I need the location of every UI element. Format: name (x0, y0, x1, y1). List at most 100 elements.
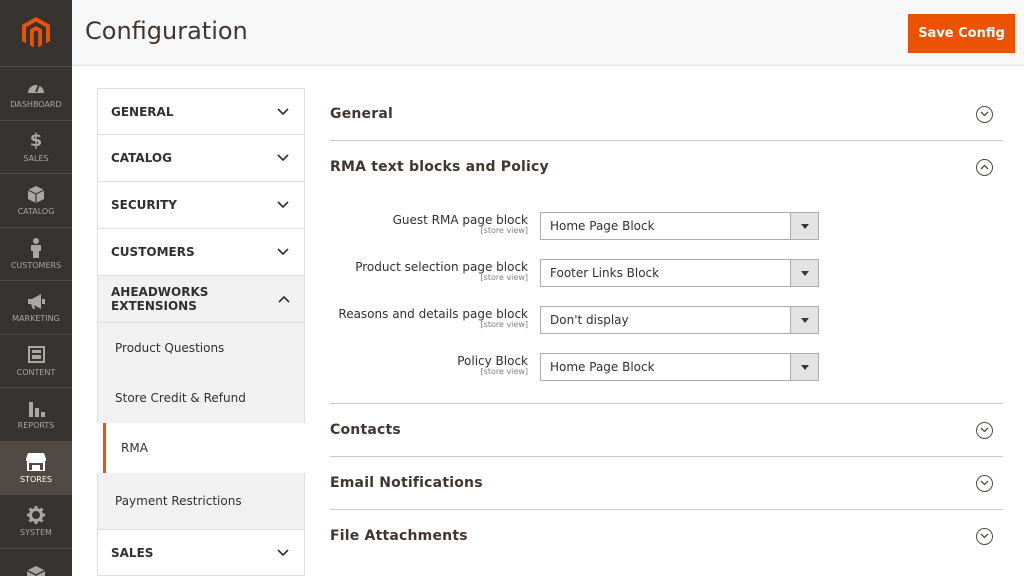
expand-icon[interactable] (976, 421, 993, 439)
nav-label: CATALOG (17, 207, 55, 217)
nav-content[interactable]: CONTENT (0, 333, 72, 388)
section-title: Email Notifications (330, 475, 483, 491)
tab-general[interactable]: GENERAL (97, 88, 305, 135)
page-header: Configuration Save Config (72, 0, 1024, 66)
collapse-icon[interactable] (976, 158, 993, 176)
product-selection-select[interactable]: Footer Links Block (540, 259, 819, 287)
nav-label: MARKETING (12, 314, 60, 324)
subitem-payment-restrictions[interactable]: Payment Restrictions (97, 473, 305, 529)
reasons-details-select[interactable]: Don't display (540, 306, 819, 334)
nav-label: REPORTS (17, 421, 55, 431)
dropdown-arrow-icon[interactable] (790, 213, 818, 239)
nav-marketing[interactable]: MARKETING (0, 280, 72, 334)
section-title: General (330, 106, 393, 122)
field-label: Reasons and details page block [store vi… (330, 306, 540, 329)
gear-icon (26, 505, 46, 525)
tab-label: CATALOG (111, 151, 172, 165)
select-value: Footer Links Block (550, 266, 660, 280)
chevron-down-icon (276, 546, 290, 560)
tab-sales[interactable]: SALES (97, 529, 305, 576)
subitem-product-questions[interactable]: Product Questions (97, 323, 305, 373)
nav-reports[interactable]: REPORTS (0, 387, 72, 441)
field-label: Policy Block [store view] (330, 353, 540, 376)
section-file-attachments: File Attachments (330, 510, 1003, 562)
tab-aheadworks-extensions[interactable]: AHEADWORKS EXTENSIONS (97, 276, 305, 323)
config-tabs: GENERAL CATALOG SECURITY CUSTOMERS AHEAD… (97, 88, 305, 576)
magento-logo-icon[interactable] (0, 0, 72, 66)
nav-system[interactable]: SYSTEM (0, 494, 72, 548)
chevron-down-icon (276, 151, 290, 165)
scope-text: [store view] (480, 367, 528, 376)
dollar-icon: $ (29, 130, 43, 152)
nav-label: SALES (23, 153, 49, 163)
tab-label: SECURITY (111, 198, 177, 212)
bar-chart-icon (26, 398, 46, 418)
section-title: Contacts (330, 422, 401, 438)
nav-customers[interactable]: CUSTOMERS (0, 226, 72, 281)
section-header[interactable]: File Attachments (330, 510, 1003, 562)
dropdown-arrow-icon[interactable] (790, 260, 818, 286)
tab-catalog[interactable]: CATALOG (97, 135, 305, 182)
expand-icon[interactable] (976, 527, 993, 545)
admin-sidebar: DASHBOARD $ SALES CATALOG CUSTOMERS MARK… (0, 0, 72, 576)
select-value: Home Page Block (550, 360, 655, 374)
dropdown-arrow-icon[interactable] (790, 307, 818, 333)
config-main: General RMA text blocks and Policy Guest… (330, 88, 1003, 562)
tab-label: CUSTOMERS (111, 245, 195, 259)
field-label: Guest RMA page block [store view] (330, 212, 540, 235)
tab-customers[interactable]: CUSTOMERS (97, 229, 305, 276)
nav-catalog[interactable]: CATALOG (0, 173, 72, 227)
chevron-down-icon (276, 105, 290, 119)
guest-rma-select[interactable]: Home Page Block (540, 212, 819, 240)
label-text: Reasons and details page block (338, 307, 528, 321)
extension-cube-icon (26, 565, 46, 576)
nav-label: CUSTOMERS (10, 260, 62, 270)
field-product-selection-page-block: Product selection page block [store view… (330, 259, 1003, 306)
policy-block-select[interactable]: Home Page Block (540, 353, 819, 381)
section-title: File Attachments (330, 528, 468, 544)
tab-label: AHEADWORKS EXTENSIONS (111, 285, 209, 313)
section-header[interactable]: RMA text blocks and Policy (330, 141, 1003, 193)
dashboard-icon (26, 77, 46, 97)
dropdown-arrow-icon[interactable] (790, 354, 818, 380)
subitem-rma[interactable]: RMA (103, 423, 305, 473)
label-text: Policy Block (457, 354, 528, 368)
expand-icon[interactable] (976, 474, 993, 492)
section-header[interactable]: Email Notifications (330, 457, 1003, 509)
field-policy-block: Policy Block [store view] Home Page Bloc… (330, 353, 1003, 381)
nav-label: CONTENT (16, 367, 56, 377)
nav-dashboard[interactable]: DASHBOARD (0, 66, 72, 120)
megaphone-icon (26, 291, 46, 311)
layout-icon (26, 345, 46, 365)
label-text: Product selection page block (355, 260, 528, 274)
select-value: Home Page Block (550, 219, 655, 233)
field-guest-rma-page-block: Guest RMA page block [store view] Home P… (330, 212, 1003, 259)
storefront-icon (26, 452, 46, 472)
expand-icon[interactable] (976, 105, 993, 123)
scope-text: [store view] (480, 226, 528, 235)
tab-label: GENERAL (111, 104, 174, 119)
nav-extensions[interactable] (0, 547, 72, 576)
section-header[interactable]: Contacts (330, 404, 1003, 456)
label-text: Guest RMA page block (392, 213, 528, 227)
rma-fields: Guest RMA page block [store view] Home P… (330, 193, 1003, 403)
nav-label: DASHBOARD (10, 100, 62, 110)
field-label: Product selection page block [store view… (330, 259, 540, 282)
tab-security[interactable]: SECURITY (97, 182, 305, 229)
nav-sales[interactable]: $ SALES (0, 119, 72, 174)
box-icon (26, 184, 46, 204)
section-email-notifications: Email Notifications (330, 457, 1003, 510)
save-config-button[interactable]: Save Config (908, 14, 1015, 53)
chevron-down-icon (276, 198, 290, 212)
nav-stores[interactable]: STORES (0, 440, 72, 494)
chevron-up-icon (278, 292, 290, 306)
section-contacts: Contacts (330, 404, 1003, 457)
page-title: Configuration (85, 17, 248, 45)
scope-text: [store view] (480, 320, 528, 329)
chevron-down-icon (276, 245, 290, 259)
section-header[interactable]: General (330, 88, 1003, 140)
subitem-store-credit-refund[interactable]: Store Credit & Refund (97, 373, 305, 423)
nav-label: SYSTEM (20, 528, 52, 538)
person-icon (26, 237, 46, 258)
section-rma-text-blocks: RMA text blocks and Policy Guest RMA pag… (330, 141, 1003, 404)
